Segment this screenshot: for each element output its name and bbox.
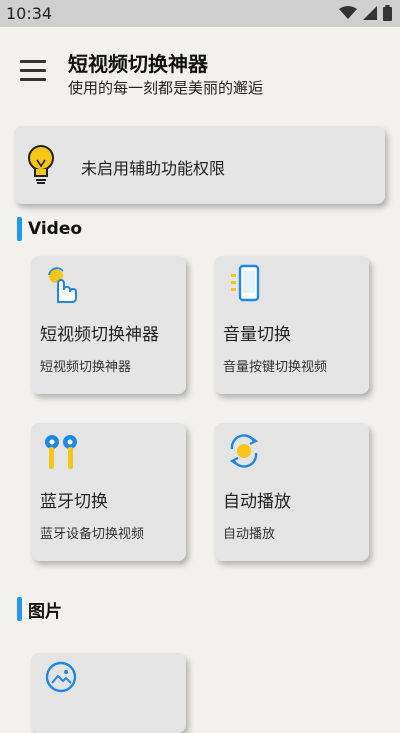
- menu-button[interactable]: [20, 60, 46, 82]
- section-video-header: Video: [17, 217, 82, 241]
- card-auto-play[interactable]: 自动播放 自动播放: [214, 423, 369, 561]
- section-title: Video: [28, 219, 83, 239]
- section-title: 图片: [28, 601, 62, 622]
- auto-rotate-icon: [229, 434, 259, 468]
- menu-line: [20, 78, 46, 81]
- app-title: 短视频切换神器: [68, 52, 208, 76]
- status-bar: 10:34: [0, 0, 400, 27]
- accessibility-notice-card[interactable]: 未启用辅助功能权限: [14, 126, 385, 204]
- menu-line: [20, 69, 46, 72]
- menu-line: [20, 60, 46, 63]
- card-desc: 音量按键切换视频: [223, 360, 328, 375]
- card-title: 短视频切换神器: [40, 325, 159, 345]
- app-subtitle: 使用的每一刻都是美丽的邂逅: [68, 79, 264, 97]
- battery-icon: [383, 5, 392, 21]
- section-accent-bar: [17, 597, 22, 621]
- signal-icon: [363, 6, 377, 20]
- section-pictures-header: 图片: [17, 597, 62, 622]
- card-bluetooth-switch[interactable]: 蓝牙切换 蓝牙设备切换视频: [31, 423, 186, 561]
- card-image[interactable]: [31, 653, 186, 733]
- wifi-icon: [339, 6, 357, 19]
- status-icons: [339, 5, 392, 21]
- card-desc: 自动播放: [223, 527, 276, 542]
- card-title: 自动播放: [223, 492, 291, 512]
- card-volume-switch[interactable]: 音量切换 音量按键切换视频: [214, 256, 369, 394]
- card-desc: 蓝牙设备切换视频: [40, 527, 145, 542]
- earbuds-icon: [45, 435, 77, 469]
- tap-hand-icon: [48, 267, 77, 303]
- card-desc: 短视频切换神器: [40, 360, 132, 375]
- card-short-video-switch[interactable]: 短视频切换神器 短视频切换神器: [31, 256, 186, 394]
- card-title: 蓝牙切换: [40, 492, 108, 512]
- lightbulb-icon: [28, 145, 54, 184]
- card-title: 音量切换: [223, 325, 291, 345]
- status-time: 10:34: [6, 4, 53, 23]
- app-bar: 短视频切换神器 使用的每一刻都是美丽的邂逅: [0, 27, 400, 113]
- image-icon: [45, 661, 77, 693]
- notice-text: 未启用辅助功能权限: [81, 159, 226, 178]
- section-accent-bar: [17, 217, 22, 241]
- phone-volume-icon: [231, 264, 260, 302]
